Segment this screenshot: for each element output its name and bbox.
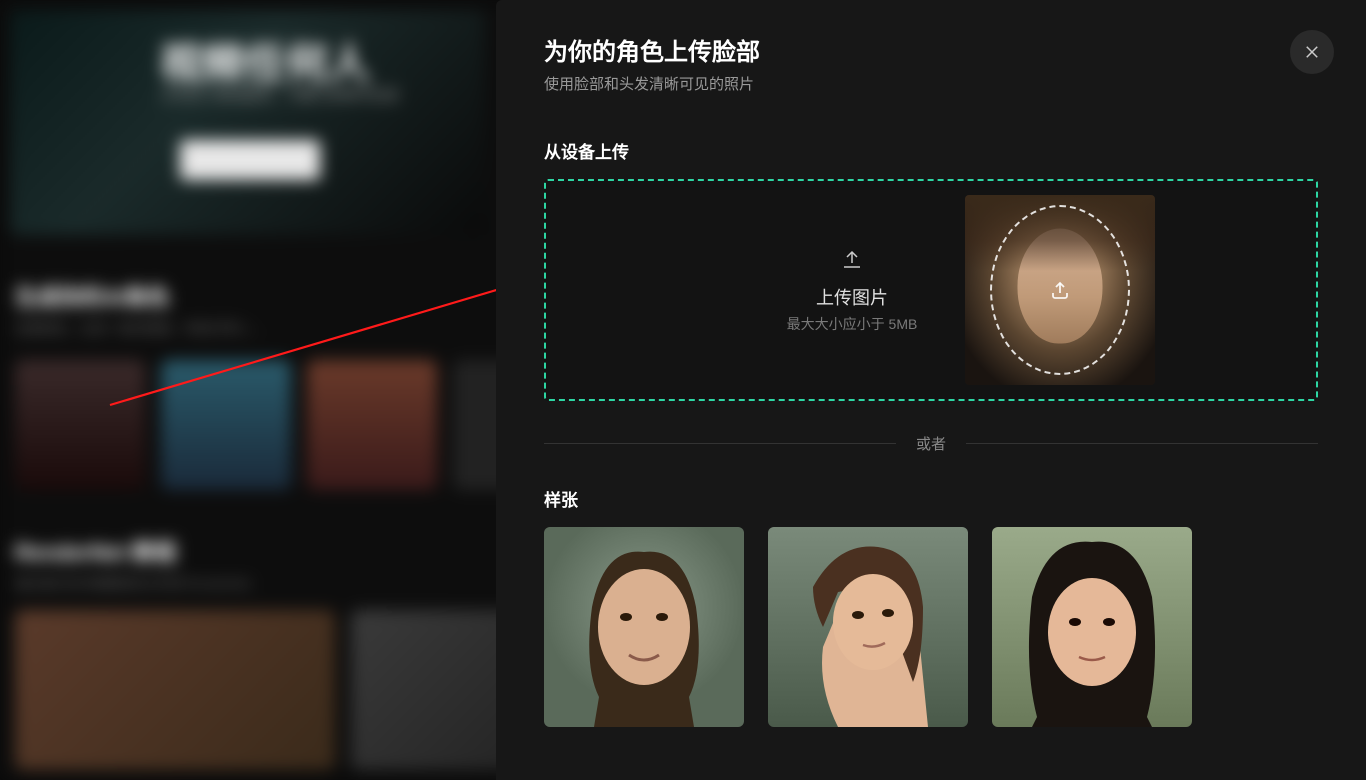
bg-character-thumb (307, 360, 437, 490)
face-preview-image (965, 195, 1155, 385)
upload-main-text: 上传图片 (787, 284, 918, 310)
upload-text-block: 上传图片 最大大小应小于 5MB (787, 247, 918, 334)
bg-section-characters: 生成你的AI角色 创建角色，生成一致的图像，将他们带入… (15, 280, 262, 337)
bg-character-thumb (161, 360, 291, 490)
divider-line (544, 443, 896, 444)
sample-image-1[interactable] (544, 527, 744, 727)
bg-section-title: 生成你的AI角色 (15, 280, 262, 312)
bg-hero-subtitle: 让你的人物动起来，只需几秒即可生成 (160, 85, 398, 105)
upload-dropzone[interactable]: 上传图片 最大大小应小于 5MB (544, 179, 1318, 401)
bg-tutorial-card (15, 610, 335, 770)
sample-face-icon (992, 527, 1192, 727)
modal-title: 为你的角色上传脸部 (544, 32, 1318, 67)
sample-image-3[interactable] (992, 527, 1192, 727)
bg-section-subtitle: 创建角色，生成一致的图像，将他们带入… (15, 318, 262, 337)
close-button[interactable] (1290, 30, 1334, 74)
bg-character-thumb (15, 360, 145, 490)
divider: 或者 (544, 433, 1318, 454)
bg-hero-button (180, 140, 320, 180)
bg-section-title: RenderNet 教程 (15, 535, 250, 567)
close-icon (1303, 43, 1321, 61)
bg-section-tutorials: RenderNet 教程 通过我们的详细教程充分利用 RenderNet (15, 535, 250, 592)
sample-face-icon (768, 527, 968, 727)
sample-image-2[interactable] (768, 527, 968, 727)
modal-subtitle: 使用脸部和头发清晰可见的照片 (544, 73, 1318, 94)
divider-text: 或者 (916, 433, 946, 454)
sample-face-icon (544, 527, 744, 727)
upload-face-modal: 为你的角色上传脸部 使用脸部和头发清晰可见的照片 从设备上传 上传图片 最大大小… (496, 0, 1366, 780)
sample-images-row (544, 527, 1318, 727)
divider-line (966, 443, 1318, 444)
upload-hint-text: 最大大小应小于 5MB (787, 314, 918, 334)
bg-section-subtitle: 通过我们的详细教程充分利用 RenderNet (15, 573, 250, 592)
upload-icon (787, 247, 918, 276)
bg-hero-title: 视频任何人 (160, 30, 370, 91)
samples-label: 样张 (544, 486, 1318, 511)
bg-hero-card: 视频任何人 让你的人物动起来，只需几秒即可生成 (10, 10, 485, 235)
upload-section-label: 从设备上传 (544, 138, 1318, 163)
